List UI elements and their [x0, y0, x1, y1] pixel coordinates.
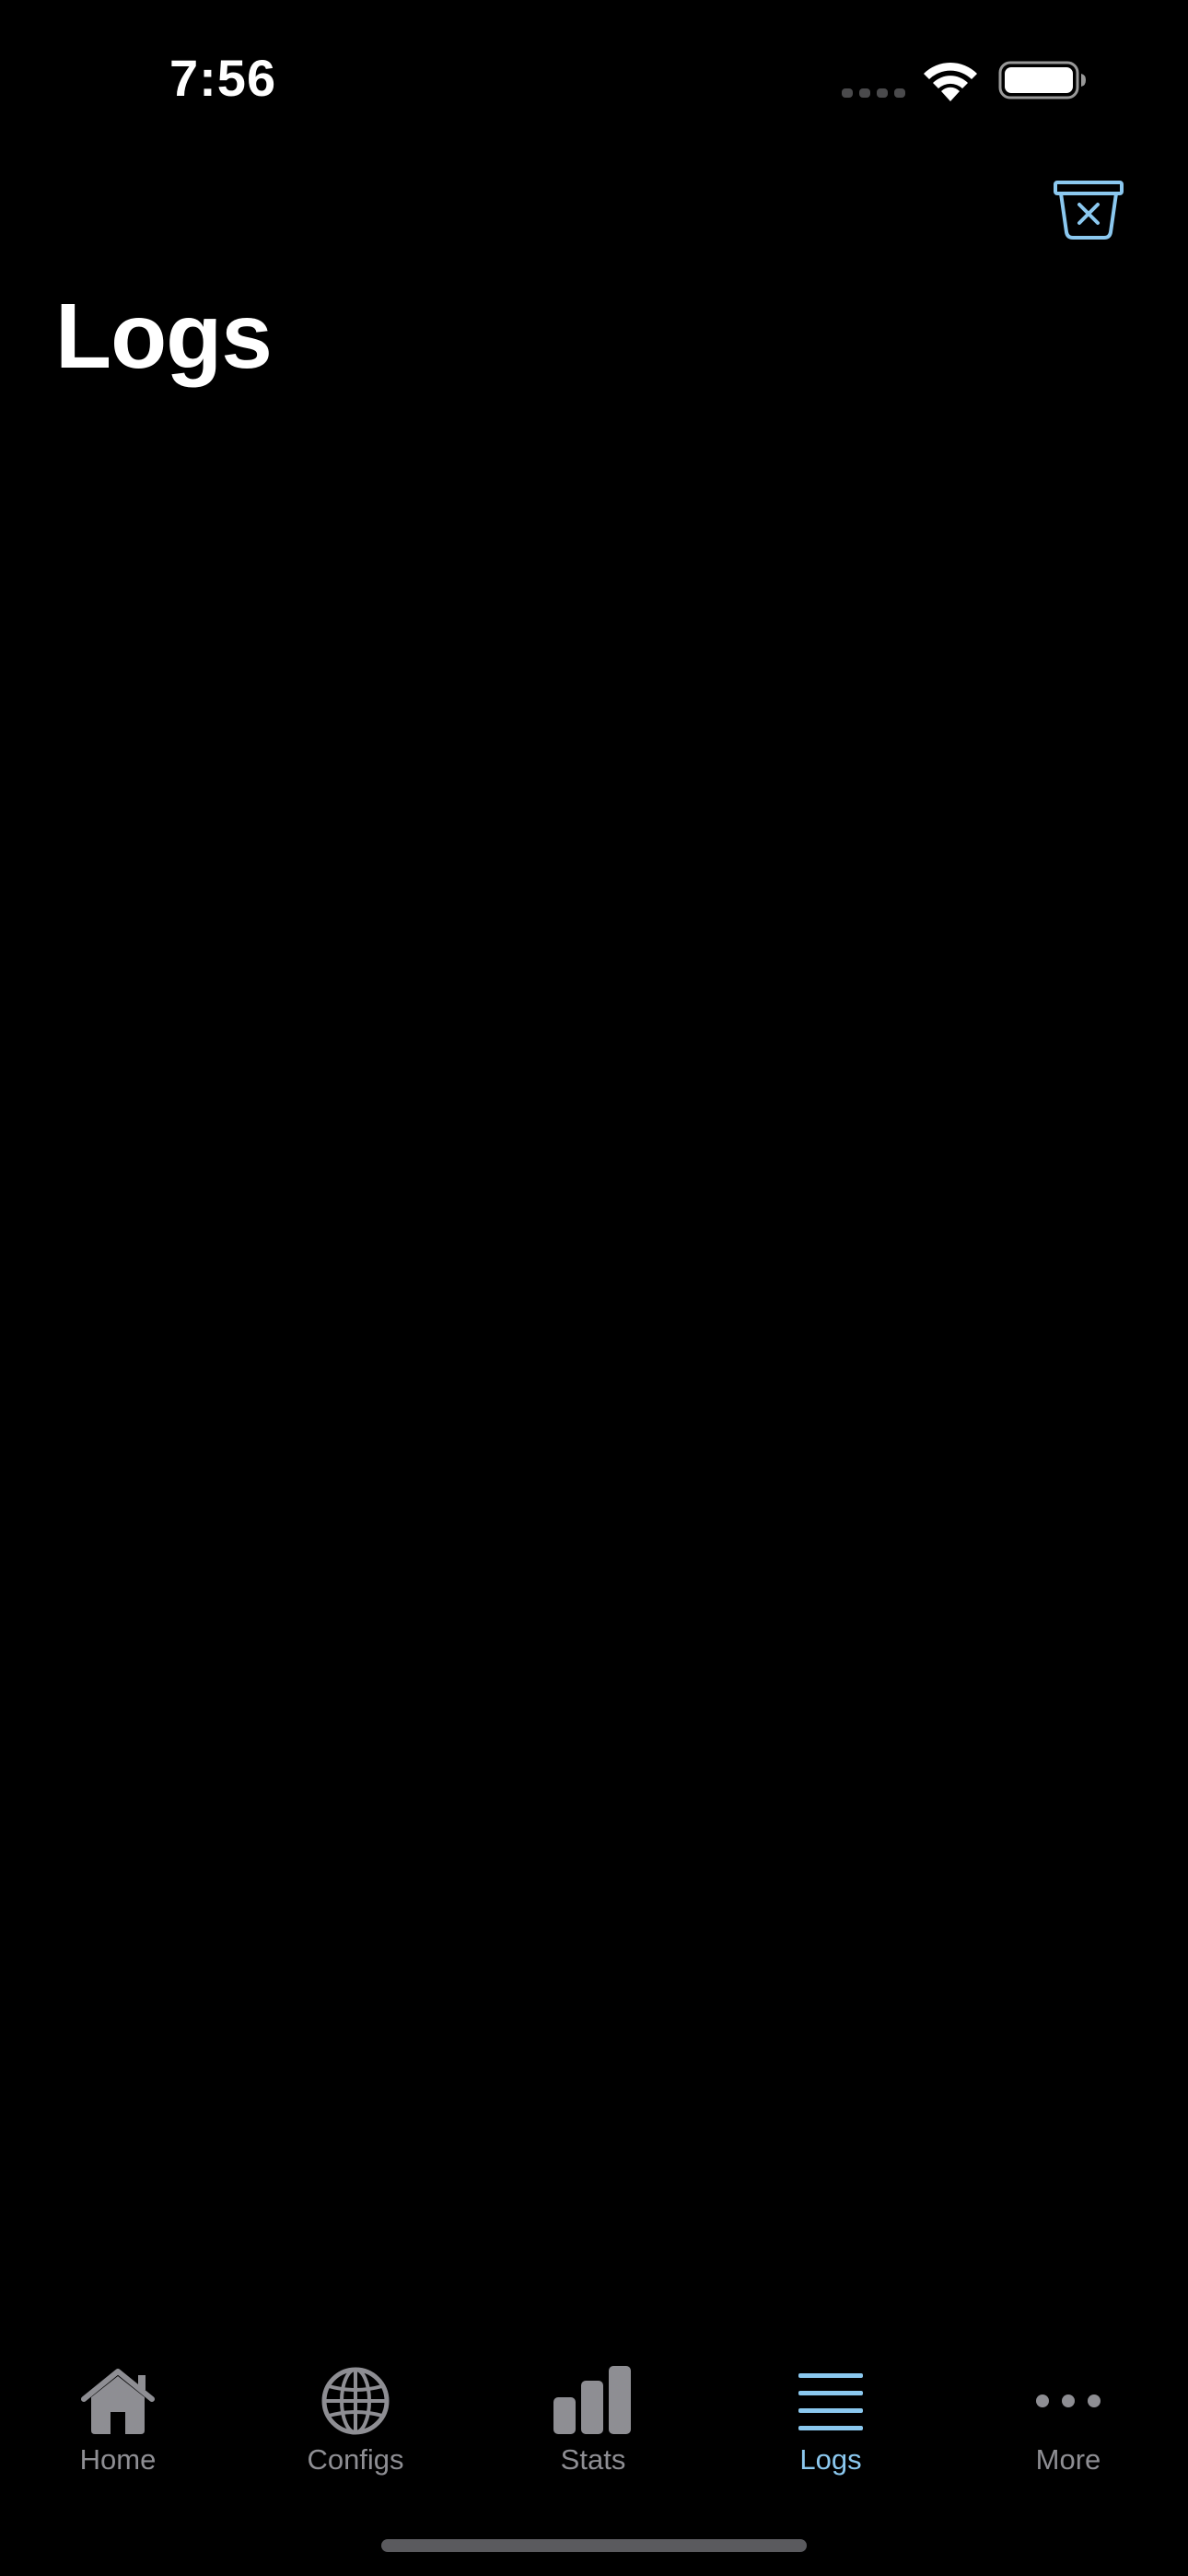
tab-label: Stats	[560, 2443, 626, 2476]
home-indicator[interactable]	[381, 2539, 807, 2552]
clear-logs-button[interactable]	[1052, 177, 1125, 243]
wifi-icon	[924, 62, 977, 101]
tab-label: Configs	[307, 2443, 404, 2476]
tab-stats[interactable]: Stats	[501, 2340, 685, 2478]
tab-home[interactable]: Home	[26, 2340, 210, 2478]
status-bar: 7:56	[0, 0, 1188, 157]
bar-chart-icon	[553, 2366, 631, 2434]
house-icon	[81, 2369, 155, 2434]
globe-icon	[321, 2367, 390, 2435]
tab-bar: Home Configs Stats Logs More	[0, 2340, 1188, 2488]
cellular-signal-icon	[842, 88, 905, 98]
ellipsis-icon	[1036, 2395, 1101, 2407]
tab-label: More	[1035, 2443, 1101, 2476]
log-list	[0, 405, 1188, 2303]
page-title: Logs	[55, 285, 273, 388]
tab-label: Logs	[799, 2443, 862, 2476]
status-time: 7:56	[169, 49, 277, 107]
tab-more[interactable]: More	[976, 2340, 1160, 2478]
tab-configs[interactable]: Configs	[263, 2340, 448, 2478]
battery-icon	[998, 61, 1086, 100]
tab-logs[interactable]: Logs	[739, 2340, 923, 2478]
tab-label: Home	[79, 2443, 157, 2476]
trash-bin-x-icon	[1054, 181, 1124, 240]
list-lines-icon	[798, 2373, 863, 2430]
